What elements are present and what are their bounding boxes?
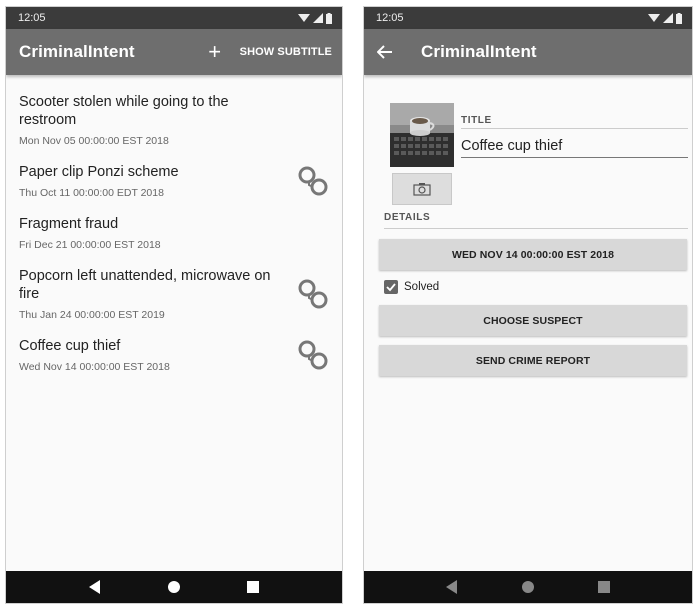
camera-icon: [413, 183, 431, 196]
nav-recents-icon[interactable]: [592, 575, 616, 599]
crime-title: Coffee cup thief: [19, 338, 121, 354]
app-bar: CriminalIntent + SHOW SUBTITLE: [6, 29, 342, 75]
crime-list: Scooter stolen while going to the restro…: [6, 75, 342, 381]
crime-list-item[interactable]: Scooter stolen while going to the restro…: [6, 85, 342, 155]
crime-photo: [390, 103, 454, 167]
crime-title-field[interactable]: [461, 136, 688, 158]
show-subtitle-button[interactable]: SHOW SUBTITLE: [240, 46, 332, 58]
checkmark-icon: [386, 283, 396, 292]
solved-checkbox-row[interactable]: Solved: [384, 280, 439, 294]
photo-block: [390, 103, 454, 205]
crime-list-item[interactable]: Paper clip Ponzi scheme Thu Oct 11 00:00…: [6, 155, 342, 207]
crime-title: Paper clip Ponzi scheme: [19, 164, 179, 180]
app-title: CriminalIntent: [19, 42, 135, 61]
status-bar: 12:05: [6, 7, 342, 29]
nav-back-icon[interactable]: [83, 575, 107, 599]
status-icons: [298, 12, 332, 24]
signal-icon: [663, 13, 673, 23]
nav-recents-icon[interactable]: [241, 575, 265, 599]
app-title: CriminalIntent: [421, 42, 537, 61]
crime-list-item[interactable]: Popcorn left unattended, microwave on fi…: [6, 259, 342, 329]
status-time: 12:05: [18, 12, 46, 24]
handcuffs-icon: [298, 279, 328, 309]
crime-date: Thu Oct 11 00:00:00 EDT 2018: [19, 187, 164, 199]
signal-icon: [313, 13, 323, 23]
navigation-bar: [6, 571, 342, 603]
nav-home-icon[interactable]: [516, 575, 540, 599]
details-section-header: DETAILS: [384, 212, 688, 229]
status-icons: [648, 12, 682, 24]
add-crime-button[interactable]: +: [202, 41, 228, 63]
crime-date: Mon Nov 05 00:00:00 EST 2018: [19, 135, 169, 147]
crime-date: Thu Jan 24 00:00:00 EST 2019: [19, 309, 165, 321]
crime-list-item[interactable]: Fragment fraud Fri Dec 21 00:00:00 EST 2…: [6, 207, 342, 259]
app-bar: CriminalIntent: [364, 29, 692, 75]
crime-list-item[interactable]: Coffee cup thief Wed Nov 14 00:00:00 EST…: [6, 329, 342, 381]
crime-detail-screen: 12:05 CriminalIntent TITLE Coffee cup th…: [363, 6, 693, 604]
nav-back-icon[interactable]: [440, 575, 464, 599]
wifi-icon: [648, 14, 660, 22]
crime-date: Wed Nov 14 00:00:00 EST 2018: [19, 361, 170, 373]
crime-title: Scooter stolen while going to the restro…: [19, 94, 229, 128]
title-label: TITLE: [461, 115, 688, 129]
crime-date-button[interactable]: WED NOV 14 00:00:00 EST 2018: [379, 239, 687, 270]
crime-title: Popcorn left unattended, microwave on fi…: [19, 268, 271, 302]
wifi-icon: [298, 14, 310, 22]
crime-title: Fragment fraud: [19, 216, 119, 232]
handcuffs-icon: [298, 166, 328, 196]
solved-label: Solved: [404, 281, 440, 293]
status-bar: 12:05: [364, 7, 692, 29]
back-arrow-icon[interactable]: [377, 40, 401, 64]
handcuffs-icon: [298, 340, 328, 370]
send-crime-report-button[interactable]: SEND CRIME REPORT: [379, 345, 687, 376]
solved-checkbox[interactable]: [384, 280, 398, 294]
navigation-bar: [364, 571, 692, 603]
status-time: 12:05: [376, 12, 404, 24]
battery-icon: [676, 12, 682, 24]
battery-icon: [326, 12, 332, 24]
crime-date: Fri Dec 21 00:00:00 EST 2018: [19, 239, 161, 251]
nav-home-icon[interactable]: [162, 575, 186, 599]
title-block: TITLE: [461, 115, 688, 158]
crime-list-screen: 12:05 CriminalIntent + SHOW SUBTITLE Sco…: [5, 6, 343, 604]
take-photo-button[interactable]: [392, 173, 452, 205]
choose-suspect-button[interactable]: CHOOSE SUSPECT: [379, 305, 687, 336]
